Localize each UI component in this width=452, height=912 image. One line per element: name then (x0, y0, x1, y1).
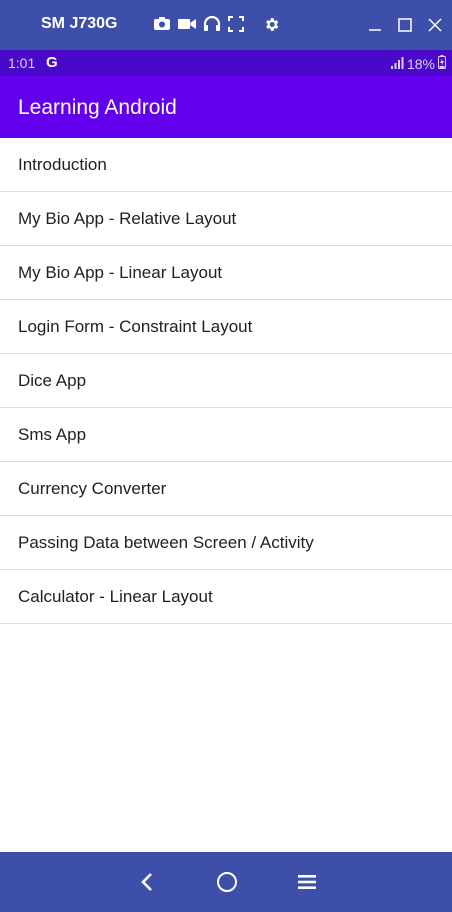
status-indicators: 18% (390, 55, 446, 72)
list-item-login-form[interactable]: Login Form - Constraint Layout (0, 300, 452, 354)
fullscreen-icon[interactable] (228, 16, 244, 36)
list-item-bio-linear[interactable]: My Bio App - Linear Layout (0, 246, 452, 300)
list-item-bio-relative[interactable]: My Bio App - Relative Layout (0, 192, 452, 246)
list-item-sms-app[interactable]: Sms App (0, 408, 452, 462)
back-icon[interactable] (135, 870, 159, 894)
gear-icon[interactable] (263, 16, 280, 37)
list-item-dice-app[interactable]: Dice App (0, 354, 452, 408)
status-time: 1:01 (8, 55, 36, 71)
google-icon: G (46, 54, 58, 71)
signal-icon (390, 56, 404, 72)
maximize-icon[interactable] (394, 13, 416, 37)
app-title: Learning Android (18, 96, 177, 119)
battery-percentage: 18% (406, 55, 435, 72)
status-bar: 1:01 G 18% (0, 50, 452, 76)
home-icon[interactable] (215, 870, 239, 894)
camera-icon[interactable] (153, 16, 171, 36)
app-toolbar: Learning Android (0, 76, 452, 138)
list-item-passing-data[interactable]: Passing Data between Screen / Activity (0, 516, 452, 570)
list-item-calculator[interactable]: Calculator - Linear Layout (0, 570, 452, 624)
lesson-list: Introduction My Bio App - Relative Layou… (0, 138, 452, 624)
minimize-icon[interactable] (364, 13, 386, 37)
list-item-introduction[interactable]: Introduction (0, 138, 452, 192)
headphones-icon[interactable] (203, 15, 221, 36)
close-icon[interactable] (424, 13, 446, 37)
device-name: SM J730G (41, 15, 118, 32)
list-item-currency-converter[interactable]: Currency Converter (0, 462, 452, 516)
menu-icon[interactable] (295, 870, 319, 894)
battery-charging-icon (438, 55, 446, 72)
navigation-bar (0, 852, 452, 912)
video-icon[interactable] (177, 16, 197, 36)
emulator-window-bar: SM J730G (0, 0, 452, 50)
